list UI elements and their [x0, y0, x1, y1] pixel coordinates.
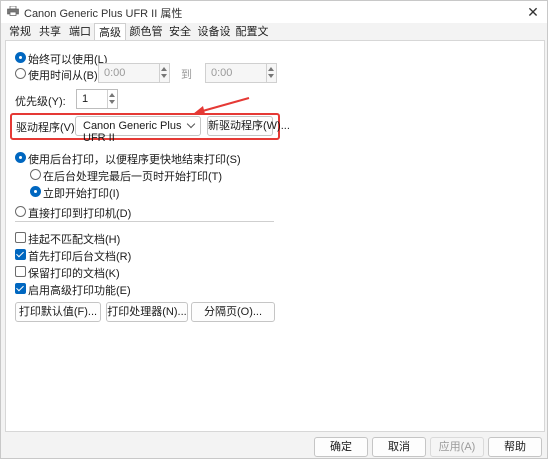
start-after-last-page-radio[interactable]: [30, 169, 41, 180]
driver-label: 驱动程序(V):: [16, 122, 78, 134]
advanced-tab-panel: 始终可以使用(L) 使用时间从(B) 0:00 到 0:00 优先级(Y): 1: [5, 40, 545, 432]
divider: [15, 221, 274, 222]
print-spooled-first-label: 首先打印后台文档(R): [28, 251, 132, 263]
start-immediately-label: 立即开始打印(I): [43, 188, 120, 200]
down-arrow-icon: [268, 74, 274, 78]
printer-icon: [7, 6, 19, 16]
apply-button[interactable]: 应用(A): [430, 437, 484, 457]
printing-defaults-button[interactable]: 打印默认值(F)...: [15, 302, 101, 322]
from-time-field[interactable]: 0:00: [98, 63, 170, 83]
available-from-label: 使用时间从(B): [28, 70, 98, 82]
print-spooled-first-checkbox[interactable]: [15, 249, 26, 260]
tab-profiles[interactable]: 配置文件: [233, 25, 271, 53]
to-time-spinner[interactable]: [266, 64, 276, 82]
annotation-arrow-icon: [193, 97, 250, 114]
tab-ports[interactable]: 端口: [67, 25, 93, 40]
keep-printed-label: 保留打印的文档(K): [28, 268, 120, 280]
hold-mismatched-checkbox[interactable]: [15, 232, 26, 243]
to-time-field[interactable]: 0:00: [205, 63, 277, 83]
from-time-spinner[interactable]: [159, 64, 169, 82]
priority-field[interactable]: 1: [76, 89, 118, 109]
print-direct-radio[interactable]: [15, 206, 26, 217]
tab-sharing[interactable]: 共享: [37, 25, 63, 40]
tab-device-settings[interactable]: 设备设置: [195, 25, 233, 53]
separator-page-button[interactable]: 分隔页(O)...: [191, 302, 275, 322]
keep-printed-checkbox[interactable]: [15, 266, 26, 277]
to-time-value: 0:00: [211, 67, 233, 79]
down-arrow-icon: [161, 74, 167, 78]
ok-button[interactable]: 确定: [314, 437, 368, 457]
down-arrow-icon: [109, 100, 115, 104]
from-time-value: 0:00: [104, 67, 126, 79]
priority-value: 1: [82, 93, 89, 105]
printer-properties-window: Canon Generic Plus UFR II 属性 ✕ 常规 共享 端口 …: [0, 0, 548, 459]
up-arrow-icon: [109, 93, 115, 97]
always-available-radio[interactable]: [15, 52, 26, 63]
new-driver-button[interactable]: 新驱动程序(W)...: [207, 116, 290, 136]
hold-mismatched-label: 挂起不匹配文档(H): [28, 234, 121, 246]
close-button[interactable]: ✕: [525, 4, 541, 20]
priority-spinner[interactable]: [107, 90, 117, 108]
up-arrow-icon: [268, 67, 274, 71]
tab-color-management[interactable]: 颜色管理: [127, 25, 165, 53]
always-available-label: 始终可以使用(L): [28, 54, 108, 66]
up-arrow-icon: [161, 67, 167, 71]
window-title: Canon Generic Plus UFR II 属性: [24, 8, 183, 20]
spool-radio[interactable]: [15, 152, 26, 163]
to-label: 到: [181, 69, 192, 81]
tab-security[interactable]: 安全: [167, 25, 193, 40]
advanced-features-label: 启用高级打印功能(E): [28, 285, 131, 297]
start-immediately-radio[interactable]: [30, 186, 41, 197]
driver-selected-value: Canon Generic Plus UFR II: [83, 120, 182, 144]
print-direct-label: 直接打印到打印机(D): [28, 208, 132, 220]
available-from-radio[interactable]: [15, 68, 26, 79]
driver-dropdown[interactable]: Canon Generic Plus UFR II: [75, 116, 201, 144]
tab-general[interactable]: 常规: [7, 25, 33, 40]
title-bar: Canon Generic Plus UFR II 属性 ✕: [1, 1, 547, 23]
cancel-button[interactable]: 取消: [372, 437, 426, 457]
print-processor-button[interactable]: 打印处理器(N)...: [106, 302, 188, 322]
help-button[interactable]: 帮助: [488, 437, 542, 457]
priority-label: 优先级(Y):: [15, 96, 66, 108]
start-after-last-page-label: 在后台处理完最后一页时开始打印(T): [43, 171, 223, 183]
advanced-features-checkbox[interactable]: [15, 283, 26, 294]
spool-label: 使用后台打印，以便程序更快地结束打印(S): [28, 154, 241, 166]
